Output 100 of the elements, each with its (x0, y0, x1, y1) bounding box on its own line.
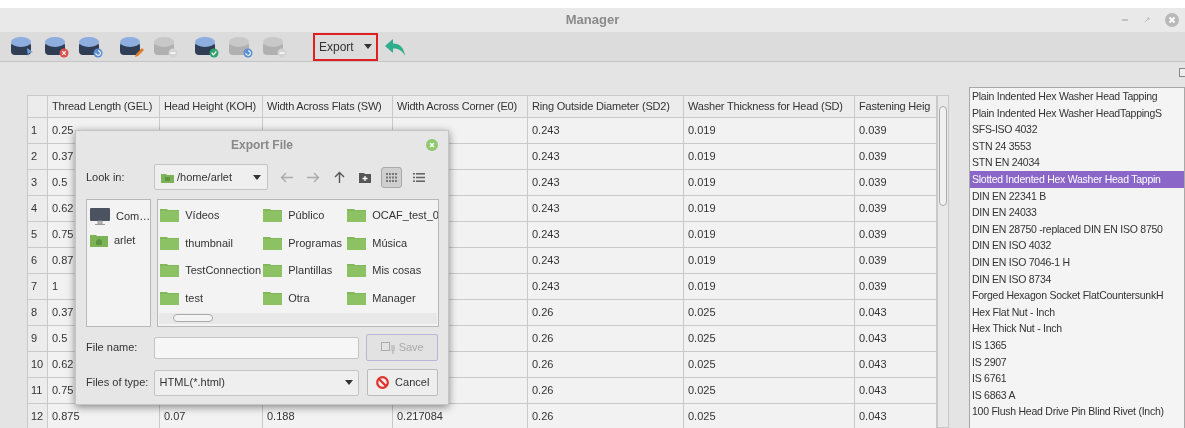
column-header[interactable]: Width Across Flats (SW) (262, 95, 393, 118)
file-type-dropdown[interactable]: HTML(*.html) (153, 369, 360, 396)
table-cell: 0.039 (854, 117, 937, 144)
list-item[interactable]: IS 2907 (970, 353, 1184, 371)
database-check-icon[interactable] (194, 35, 219, 58)
table-cell: 0.26 (527, 351, 684, 378)
new-folder-icon[interactable] (359, 171, 371, 183)
list-item[interactable]: Forged Hexagon Socket FlatCountersunkH (970, 287, 1184, 304)
file-item[interactable]: Programas (288, 234, 343, 251)
file-item[interactable]: Público (288, 207, 325, 224)
table-cell: 0.019 (683, 221, 855, 248)
folder-icon (347, 263, 367, 278)
file-item[interactable]: thumbnail (185, 234, 233, 251)
table-cell: 0.043 (854, 299, 937, 326)
table-cell: 0.243 (527, 247, 684, 274)
close-button[interactable] (426, 139, 438, 151)
file-item[interactable]: Música (372, 234, 408, 251)
list-icon (412, 172, 425, 182)
forward-arrow-icon[interactable] (307, 171, 320, 183)
table-cell: 0.043 (854, 351, 937, 378)
list-item[interactable]: DIN EN ISO 8734 (970, 270, 1184, 288)
row-number: 11 (27, 377, 48, 404)
folder-icon (347, 208, 367, 223)
list-item[interactable]: IS 6863 A (970, 386, 1184, 404)
table-cell: 0.039 (854, 169, 937, 196)
close-button[interactable] (1165, 13, 1179, 27)
folder-icon (160, 235, 180, 250)
path-dropdown[interactable]: /home/arlet (154, 164, 268, 190)
row-number: 10 (27, 351, 48, 378)
list-item[interactable]: Slotted Indented Hex Washer Head Tappin (970, 170, 1184, 188)
column-header[interactable]: Fastening Heig (854, 95, 937, 118)
file-item[interactable]: Mis cosas (372, 262, 422, 279)
list-item[interactable]: DIN EN 28750 -replaced DIN EN ISO 8750 (970, 220, 1184, 238)
table-cell: 0.025 (683, 325, 855, 352)
list-item[interactable]: IS 1365 (970, 336, 1184, 354)
look-in-label: Look in: (86, 169, 126, 185)
list-item[interactable]: DIN EN 22341 B (970, 187, 1184, 205)
column-header[interactable]: Washer Thickness for Head (SD) (683, 95, 855, 118)
table-cell: 0.043 (854, 377, 937, 404)
vertical-scrollbar[interactable] (937, 95, 949, 428)
list-item[interactable]: Hex Flat Nut - Inch (970, 303, 1184, 321)
folder-icon (263, 290, 283, 305)
window-title: Manager (565, 11, 620, 30)
list-item[interactable]: DIN EN ISO 7046-1 H (970, 253, 1184, 271)
file-item[interactable]: OCAF_test_0 (372, 207, 439, 224)
list-item[interactable]: SFS-ISO 4032 (970, 121, 1184, 138)
folder-icon (347, 235, 367, 250)
undo-arrow-icon[interactable] (383, 36, 406, 57)
caret-icon (253, 174, 261, 180)
list-item[interactable]: IS 6761 (970, 370, 1184, 387)
table-cell: 0.019 (683, 195, 855, 222)
file-item[interactable]: TestConnection (185, 262, 262, 279)
file-item[interactable]: Manager (372, 289, 416, 306)
column-header[interactable]: Head Height (KOH) (159, 95, 263, 118)
database-delete-icon[interactable] (44, 35, 69, 58)
folder-icon (263, 235, 283, 250)
place-item[interactable]: arlet (114, 231, 136, 249)
folder-icon (347, 290, 367, 305)
cancel-button[interactable]: Cancel (367, 369, 438, 396)
file-item[interactable]: Plantillas (288, 262, 333, 279)
list-item[interactable]: DIN EN ISO 4032 (970, 237, 1184, 254)
list-item[interactable]: Plain Indented Hex Washer Head Tapping (970, 88, 1184, 105)
database-refresh-icon[interactable] (78, 35, 103, 58)
column-header[interactable]: Width Across Corner (E0) (392, 95, 528, 118)
row-number: 7 (27, 273, 48, 300)
table-cell: 0.26 (527, 325, 684, 352)
column-header[interactable]: Ring Outside Diameter (SD2) (527, 95, 684, 118)
table-cell: 0.243 (527, 273, 684, 300)
column-header[interactable]: Thread Length (GEL) (47, 95, 160, 118)
row-number: 6 (27, 247, 48, 274)
list-item[interactable]: Hex Thick Nut - Inch (970, 320, 1184, 337)
database-edit-icon[interactable] (119, 35, 144, 58)
back-arrow-icon[interactable] (280, 171, 293, 183)
list-item[interactable]: STN 24 3553 (970, 137, 1184, 155)
up-arrow-icon[interactable] (334, 171, 345, 183)
table-cell: 0.025 (683, 351, 855, 378)
row-number: 1 (27, 117, 48, 144)
home-folder-icon (90, 233, 108, 247)
list-item[interactable]: Plain Indented Hex Washer HeadTappingS (970, 104, 1184, 122)
table-cell: 0.243 (527, 221, 684, 248)
list-item[interactable]: STN EN 24034 (970, 154, 1184, 171)
table-cell: 0.019 (683, 247, 855, 274)
export-dropdown[interactable]: Export (313, 32, 378, 61)
horizontal-scrollbar[interactable] (159, 313, 438, 324)
file-item[interactable]: Otra (288, 289, 310, 306)
file-item[interactable]: Vídeos (185, 207, 220, 224)
file-type-label: Files of type: (86, 375, 150, 391)
folder-icon (263, 208, 283, 223)
database-pointer-icon[interactable] (10, 35, 35, 58)
file-item[interactable]: test (185, 289, 203, 306)
list-item[interactable]: DIN EN 24033 (970, 204, 1184, 221)
folder-icon (160, 263, 180, 278)
table-cell: 0.243 (527, 195, 684, 222)
row-number: 8 (27, 299, 48, 326)
row-number: 2 (27, 143, 48, 170)
icon-view-button[interactable] (381, 166, 402, 188)
folder-icon (263, 263, 283, 278)
file-name-field[interactable] (153, 336, 360, 359)
prohibition-icon (376, 376, 390, 389)
list-item[interactable]: 100 Flush Head Drive Pin Blind Rivet (Inch) (970, 403, 1184, 420)
